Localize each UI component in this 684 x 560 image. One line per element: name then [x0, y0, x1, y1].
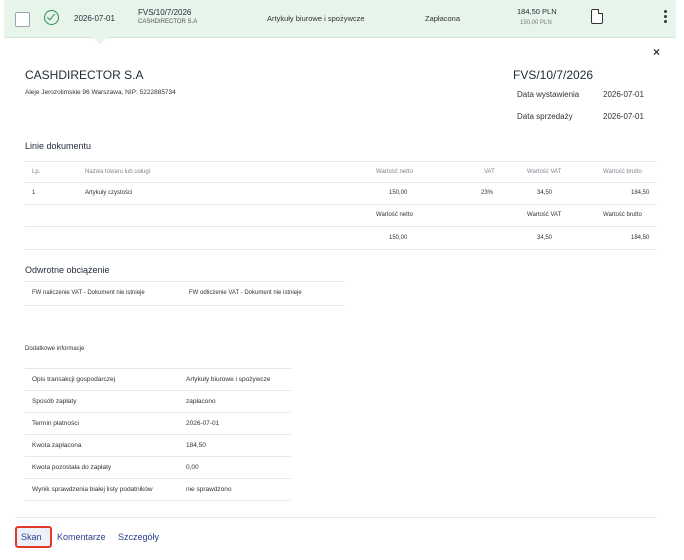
total-net-label: Wartość netto [376, 212, 413, 218]
info-key: Kwota zapłacona [32, 442, 82, 449]
invoice-row[interactable]: 2026-07-01 FVS/10/7/2026 CASHDIRECTOR S.… [4, 0, 676, 38]
total-gross: 184,50 [631, 235, 650, 241]
row-amount-sub: 150,00 PLN [520, 20, 552, 26]
info-key: Sposób zapłaty [32, 398, 77, 405]
tab-details[interactable]: Szczegóły [118, 532, 159, 542]
row-pointer [92, 37, 108, 44]
info-value: Artykuły biurowe i spożywcze [186, 376, 271, 383]
sale-date: 2026-07-01 [603, 112, 644, 121]
cell-vat: 23% [481, 190, 494, 196]
info-value: 0,00 [186, 464, 199, 471]
col-name: Nazwa towaru lub usługi [85, 169, 151, 175]
total-net: 150,00 [389, 235, 408, 241]
cell-name: Artykuły czystości [85, 190, 133, 196]
company-name: CASHDIRECTOR S.A [25, 68, 144, 82]
issue-date: 2026-07-01 [603, 90, 644, 99]
company-address: Aleje Jerozolimskie 96 Warszawa, NIP: 52… [25, 89, 176, 96]
cell-vat-value: 34,50 [537, 190, 553, 196]
lines-title: Linie dokumentu [25, 141, 92, 151]
doc-number: FVS/10/7/2026 [513, 68, 594, 82]
cell-gross: 184,50 [631, 190, 650, 196]
col-vat: VAT [484, 169, 495, 175]
col-vat-value: Wartość VAT [527, 169, 562, 175]
total-gross-label: Wartość brutto [603, 212, 642, 218]
row-amount: 184,50 PLN [517, 7, 557, 16]
total-vat: 34,50 [537, 235, 553, 241]
col-gross: Wartość brutto [603, 169, 642, 175]
row-category: Artykuły biurowe i spożywcze [267, 14, 365, 23]
tab-scan-label[interactable]: Skan [21, 532, 42, 542]
row-date: 2026-07-01 [74, 14, 115, 23]
table-row: Sposób zapłaty zapłacono [25, 391, 291, 413]
info-value: 2026-07-01 [186, 420, 220, 427]
info-value: nie sprawdzono [186, 486, 232, 493]
table-row: Kwota zapłacona 184,50 [25, 435, 291, 457]
table-row: Termin płatności 2026-07-01 [25, 413, 291, 435]
table-row: Wynik sprawdzenia białej listy podatnikó… [25, 479, 291, 501]
cell-lp: 1 [32, 190, 36, 196]
row-checkbox[interactable] [15, 12, 30, 27]
row-doc-number: FVS/10/7/2026 [138, 8, 192, 17]
additional-title: Dodatkowe informacje [25, 346, 85, 352]
reverse-title: Odwrotne obciążenie [25, 265, 110, 275]
table-row: Kwota pozostała do zapłaty 0,00 [25, 457, 291, 479]
total-vat-label: Wartość VAT [527, 212, 562, 218]
col-net: Wartość netto [376, 169, 413, 175]
table-row: Opis transakcji gospodarczej Artykuły bi… [25, 369, 291, 391]
cell-net: 150,00 [389, 190, 408, 196]
info-key: Wynik sprawdzenia białej listy podatnikó… [32, 486, 153, 493]
issue-date-label: Data wystawienia [517, 90, 580, 99]
check-circle-icon [44, 10, 59, 25]
close-icon[interactable]: × [653, 45, 660, 59]
row-status: Zapłacona [425, 14, 461, 23]
tab-comments[interactable]: Komentarze [57, 532, 106, 542]
info-key: Opis transakcji gospodarczej [32, 376, 116, 383]
info-key: Kwota pozostała do zapłaty [32, 464, 112, 471]
document-icon[interactable] [591, 9, 603, 24]
kebab-icon[interactable] [664, 10, 667, 25]
reverse-item-2[interactable]: FW odliczenie VAT - Dokument nie istniej… [189, 290, 302, 296]
row-company: CASHDIRECTOR S.A [138, 19, 198, 25]
info-key: Termin płatności [32, 420, 79, 427]
info-value: zapłacono [186, 398, 216, 405]
info-value: 184,50 [186, 442, 206, 449]
reverse-item-1[interactable]: FW naliczenie VAT - Dokument nie istniej… [32, 290, 145, 296]
sale-date-label: Data sprzedaży [517, 112, 573, 121]
col-lp: Lp. [32, 169, 41, 175]
additional-info-table: Opis transakcji gospodarczej Artykuły bi… [25, 369, 291, 501]
